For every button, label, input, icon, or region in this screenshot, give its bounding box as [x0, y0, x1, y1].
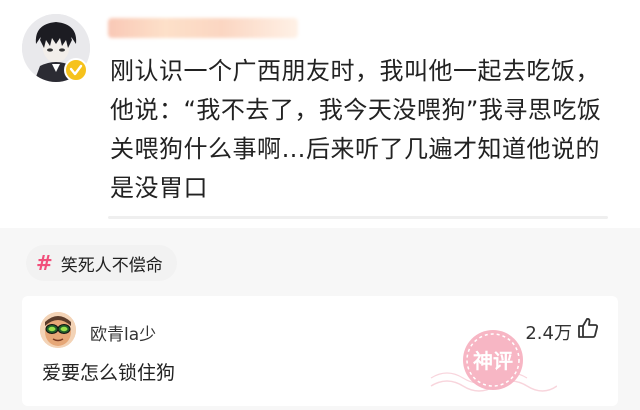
commenter-avatar[interactable]: [40, 312, 76, 348]
hashtag-icon: #: [36, 251, 53, 275]
post-card: 刚认识一个广西朋友时，我叫他一起去吃饭，他说：“我不去了，我今天没喂狗”我寻思吃…: [0, 0, 640, 228]
author-name-blurred[interactable]: [108, 18, 298, 38]
comment-text: 爱要怎么锁住狗: [42, 362, 176, 384]
topic-tag[interactable]: # 笑死人不偿命: [26, 245, 177, 281]
post-divider: [108, 216, 608, 219]
commenter-name[interactable]: 欧青la少: [90, 320, 156, 345]
hot-comment-card: 欧青la少 2.4万 爱要怎么锁住狗 神评: [22, 296, 618, 406]
hot-comment-watermark-icon: 神评: [427, 316, 558, 396]
post-text: 刚认识一个广西朋友时，我叫他一起去吃饭，他说：“我不去了，我今天没喂狗”我寻思吃…: [110, 57, 602, 202]
watermark-text: 神评: [473, 349, 513, 373]
verified-badge-icon: [64, 58, 88, 82]
thumb-up-icon[interactable]: [576, 316, 600, 340]
topic-label: 笑死人不偿命: [60, 255, 163, 276]
